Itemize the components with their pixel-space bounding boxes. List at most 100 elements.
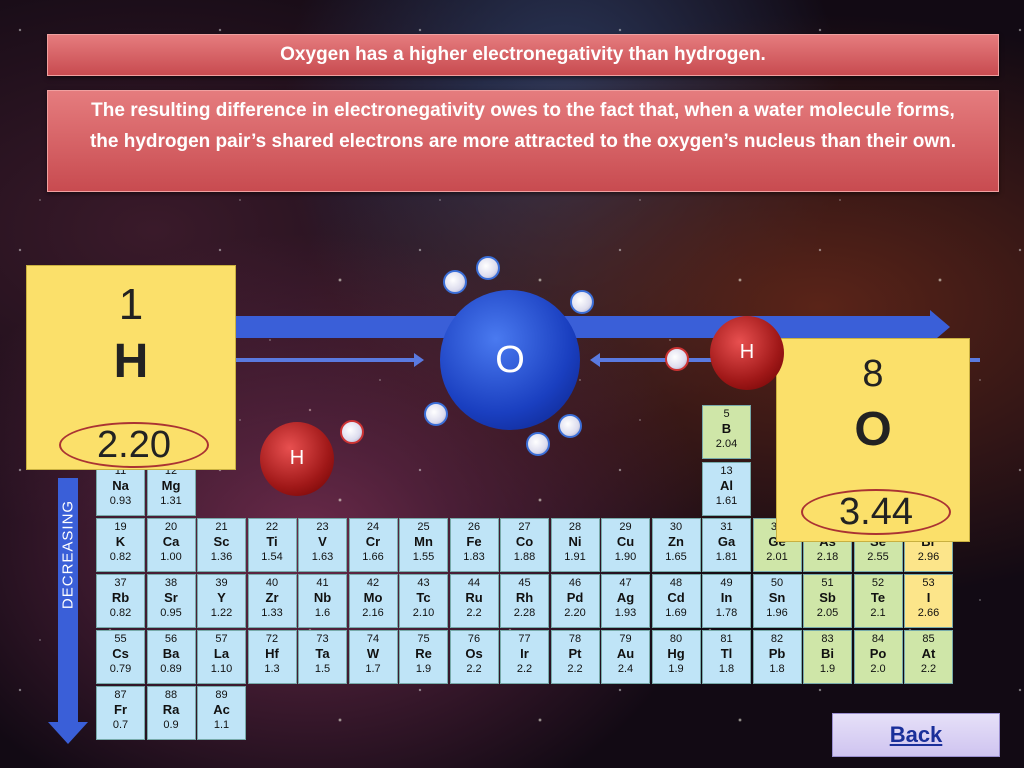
element-symbol: La bbox=[213, 646, 230, 661]
atomic-number: 56 bbox=[164, 633, 178, 645]
element-cell: 44 Ru 2.2 bbox=[449, 574, 499, 628]
atomic-number: 80 bbox=[669, 633, 683, 645]
element-symbol: Tl bbox=[720, 646, 733, 661]
atomic-number: 82 bbox=[770, 633, 784, 645]
element-cell: 20 Ca 1.00 bbox=[146, 518, 196, 572]
element-cell: 26 Fe 1.83 bbox=[449, 518, 499, 572]
element-cell: 38 Sr 0.95 bbox=[146, 574, 196, 628]
electronegativity-value: 2.66 bbox=[917, 607, 940, 619]
element-symbol: Pd bbox=[566, 590, 584, 605]
oxygen-atom-label: O bbox=[495, 339, 525, 381]
hydrogen-card: 1 H 2.20 bbox=[26, 265, 236, 470]
element-symbol: Co bbox=[515, 534, 534, 549]
hydrogen-symbol: H bbox=[113, 335, 149, 388]
electronegativity-value: 1.5 bbox=[314, 663, 331, 675]
element-symbol: Tc bbox=[416, 590, 431, 605]
element-symbol: At bbox=[921, 646, 936, 661]
electron-icon bbox=[570, 290, 594, 314]
element-cell: 80 Hg 1.9 bbox=[651, 630, 701, 684]
element-cell: 30 Zn 1.65 bbox=[651, 518, 701, 572]
element-symbol: Al bbox=[720, 478, 733, 493]
atomic-number: 46 bbox=[568, 577, 582, 589]
electronegativity-value: 1.81 bbox=[715, 551, 738, 563]
element-symbol: Ca bbox=[162, 534, 180, 549]
electronegativity-value: 1.00 bbox=[160, 551, 182, 563]
element-cell: 56 Ba 0.89 bbox=[146, 630, 196, 684]
atomic-number: 47 bbox=[619, 577, 632, 589]
electronegativity-value: 0.89 bbox=[160, 663, 182, 675]
electronegativity-value: 1.36 bbox=[210, 551, 233, 563]
element-symbol: W bbox=[366, 646, 380, 661]
increasing-arrow bbox=[230, 316, 936, 338]
atomic-number: 51 bbox=[821, 577, 834, 589]
electronegativity-value: 1.1 bbox=[213, 719, 230, 731]
electron-icon bbox=[443, 270, 467, 294]
atomic-number: 48 bbox=[669, 577, 683, 589]
electronegativity-value: 0.82 bbox=[109, 607, 132, 619]
electronegativity-value: 1.93 bbox=[614, 607, 637, 619]
atomic-number: 72 bbox=[265, 633, 279, 645]
atomic-number: 52 bbox=[871, 577, 885, 589]
element-cell: 51 Sb 2.05 bbox=[803, 574, 852, 628]
element-symbol: Mo bbox=[363, 590, 383, 605]
element-symbol: Mn bbox=[414, 534, 433, 549]
atomic-number: 88 bbox=[164, 689, 178, 701]
atomic-number: 13 bbox=[720, 465, 733, 477]
element-cell: 21 Sc 1.36 bbox=[197, 518, 246, 572]
element-symbol: B bbox=[721, 421, 732, 436]
right-pointer-head bbox=[590, 353, 600, 367]
element-cell: 45 Rh 2.28 bbox=[500, 574, 549, 628]
element-symbol: Ra bbox=[162, 702, 180, 717]
atomic-number: 31 bbox=[720, 521, 733, 533]
back-button[interactable]: Back bbox=[832, 713, 1000, 757]
electronegativity-value: 1.88 bbox=[513, 551, 536, 563]
electronegativity-value: 2.2 bbox=[920, 663, 937, 675]
element-cell: 23 V 1.63 bbox=[298, 518, 347, 572]
electronegativity-value: 1.33 bbox=[261, 607, 283, 619]
electronegativity-value: 2.04 bbox=[715, 438, 738, 450]
element-cell: 41 Nb 1.6 bbox=[298, 574, 347, 628]
atomic-number: 44 bbox=[467, 577, 481, 589]
element-cell: 48 Cd 1.69 bbox=[651, 574, 701, 628]
element-cell: 73 Ta 1.5 bbox=[298, 630, 347, 684]
atomic-number: 26 bbox=[467, 521, 481, 533]
atomic-number: 50 bbox=[770, 577, 784, 589]
atomic-number: 83 bbox=[821, 633, 834, 645]
electronegativity-value: 0.79 bbox=[109, 663, 132, 675]
element-cell: 50 Sn 1.96 bbox=[752, 574, 802, 628]
electronegativity-value: 0.7 bbox=[112, 719, 129, 731]
element-symbol: Cr bbox=[365, 534, 381, 549]
electronegativity-value: 1.65 bbox=[665, 551, 687, 563]
atomic-number: 42 bbox=[366, 577, 380, 589]
element-symbol: Hf bbox=[265, 646, 279, 661]
element-symbol: Po bbox=[869, 646, 887, 661]
element-symbol: Rh bbox=[515, 590, 534, 605]
element-symbol: Ga bbox=[717, 534, 736, 549]
element-symbol: K bbox=[115, 534, 126, 549]
electronegativity-value: 2.2 bbox=[516, 663, 533, 675]
atomic-number: 53 bbox=[922, 577, 935, 589]
element-cell: 40 Zr 1.33 bbox=[247, 574, 297, 628]
element-cell: 28 Ni 1.91 bbox=[550, 518, 600, 572]
element-cell: 12 Mg 1.31 bbox=[146, 462, 196, 516]
oxygen-value: 3.44 bbox=[801, 489, 951, 535]
element-symbol: Sn bbox=[768, 590, 786, 605]
element-cell: 85 At 2.2 bbox=[904, 630, 953, 684]
electron-icon bbox=[665, 347, 689, 371]
atomic-number: 76 bbox=[467, 633, 481, 645]
atomic-number: 25 bbox=[417, 521, 430, 533]
element-cell: 75 Re 1.9 bbox=[399, 630, 448, 684]
explanation-banner: The resulting difference in electronegat… bbox=[47, 90, 999, 192]
electronegativity-value: 1.55 bbox=[412, 551, 435, 563]
atomic-number: 73 bbox=[316, 633, 329, 645]
electronegativity-value: 0.95 bbox=[160, 607, 182, 619]
electronegativity-value: 1.61 bbox=[715, 495, 738, 507]
electron-icon bbox=[340, 420, 364, 444]
element-symbol: Fe bbox=[466, 534, 482, 549]
oxygen-card: 8 O 3.44 bbox=[776, 338, 970, 542]
atomic-number: 23 bbox=[316, 521, 329, 533]
atomic-number: 5 bbox=[723, 408, 730, 420]
element-symbol: Zn bbox=[668, 534, 684, 549]
atomic-number: 39 bbox=[215, 577, 228, 589]
electronegativity-value: 2.28 bbox=[513, 607, 536, 619]
